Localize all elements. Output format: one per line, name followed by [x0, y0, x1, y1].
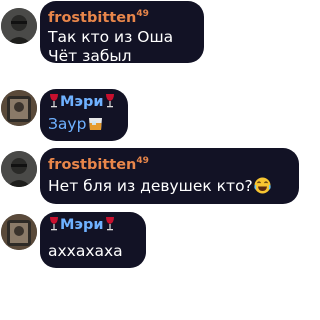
sender-name[interactable]: frostbitten49: [48, 152, 149, 174]
message-bubble[interactable]: Мэри аххахаха: [40, 212, 146, 268]
message-row: Мэри Заур: [0, 84, 299, 144]
sender-name[interactable]: Мэри: [48, 93, 116, 111]
avatar[interactable]: [1, 214, 37, 250]
message-text-content: Нет бля из девушек кто?: [48, 177, 253, 195]
sender-name-text: frostbitten: [48, 10, 137, 26]
sender-badge-number: 49: [136, 9, 149, 19]
message-bubble[interactable]: frostbitten49 Так кто из Оша Чёт забыл: [40, 1, 204, 65]
message-text: Чёт забыл: [48, 47, 132, 65]
message-bubble[interactable]: Мэри Заур: [40, 89, 128, 141]
avatar[interactable]: [1, 151, 37, 187]
message-text: аххахаха: [48, 242, 123, 260]
avatar[interactable]: [1, 8, 37, 44]
avatar-photo-icon: [1, 214, 37, 250]
sender-name[interactable]: frostbitten49: [48, 5, 149, 27]
message-row: Мэри аххахаха: [0, 212, 299, 272]
sender-badge-number: 49: [136, 156, 149, 166]
avatar-photo-icon: [1, 151, 37, 187]
message-text: Так кто из Оша: [48, 28, 174, 46]
sender-name-text: Мэри: [60, 217, 104, 233]
message-row: frostbitten49 Так кто из Оша Чёт забыл: [0, 0, 299, 65]
message-row: frostbitten49 Нет бля из девушек кто?: [0, 148, 299, 208]
wine-glass-icon: [105, 217, 114, 231]
laughing-face-icon: [254, 177, 271, 194]
message-bubble[interactable]: frostbitten49 Нет бля из девушек кто?: [40, 148, 299, 204]
wine-glass-icon: [105, 94, 114, 108]
wine-glass-icon: [50, 217, 58, 231]
sender-name[interactable]: Мэри: [48, 216, 116, 234]
whisky-glass-icon: [89, 118, 103, 130]
sender-name-text: frostbitten: [48, 157, 137, 173]
message-text[interactable]: Заур: [48, 114, 104, 134]
wine-glass-icon: [50, 94, 58, 108]
avatar-photo-icon: [1, 8, 37, 44]
message-text: Нет бля из девушек кто?: [48, 176, 271, 196]
mention-link: Заур: [48, 115, 87, 133]
avatar-photo-icon: [1, 90, 37, 126]
sender-name-text: Мэри: [60, 94, 104, 110]
avatar[interactable]: [1, 90, 37, 126]
